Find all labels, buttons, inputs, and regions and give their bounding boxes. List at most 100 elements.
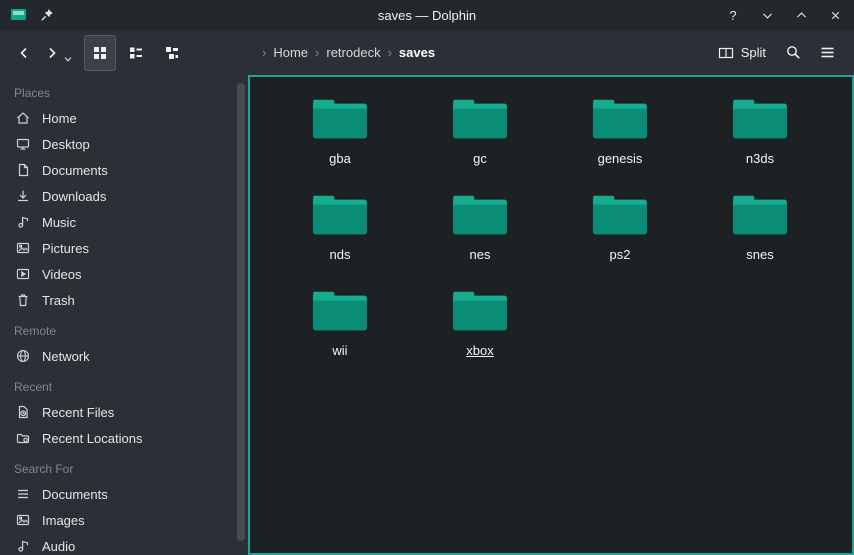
folder-icon [309,95,371,143]
trash-icon [15,292,31,308]
sidebar-item-search-documents[interactable]: Documents [0,481,234,507]
folder-icon [449,95,511,143]
back-button[interactable] [10,36,38,70]
sidebar-scrollbar[interactable] [234,75,248,555]
chevron-right-icon: › [388,45,392,60]
folder-item-xbox[interactable]: xbox [410,281,550,377]
sidebar-item-search-audio[interactable]: Audio [0,533,234,555]
sidebar-item-label: Trash [42,293,75,308]
icons-view-button[interactable] [84,35,116,71]
sidebar-item-label: Recent Files [42,405,114,420]
sidebar-item-documents[interactable]: Documents [0,157,234,183]
section-remote: Remote [0,313,234,343]
folder-label: wii [332,343,347,358]
sidebar-item-network[interactable]: Network [0,343,234,369]
lines-icon [15,486,31,502]
folder-icon [309,191,371,239]
sidebar-item-home[interactable]: Home [0,105,234,131]
pin-icon[interactable] [38,6,56,24]
breadcrumb: › Home › retrodeck › saves [262,45,435,60]
sidebar-item-label: Home [42,111,77,126]
folder-item-nds[interactable]: nds [270,185,410,281]
app-icon[interactable] [10,6,28,24]
sidebar-item-label: Documents [42,163,108,178]
sidebar-item-label: Pictures [42,241,89,256]
close-button[interactable] [826,6,844,24]
breadcrumb-retrodeck[interactable]: retrodeck [326,45,380,60]
sidebar-item-label: Audio [42,539,75,554]
folder-grid: gba gc genesis n3ds nds [250,77,852,377]
sidebar-item-label: Recent Locations [42,431,142,446]
folder-label: n3ds [746,151,774,166]
chevron-right-icon: › [315,45,319,60]
sidebar-item-label: Desktop [42,137,90,152]
sidebar-item-music[interactable]: Music [0,209,234,235]
folder-icon [309,287,371,335]
section-search-for: Search For [0,451,234,481]
sidebar-item-desktop[interactable]: Desktop [0,131,234,157]
history-dropdown-icon[interactable] [64,57,72,62]
places-panel: Places Home Desktop Documents Download [0,75,234,555]
split-label: Split [741,45,766,60]
folder-item-gc[interactable]: gc [410,89,550,185]
folder-clock-icon [15,430,31,446]
sidebar-item-trash[interactable]: Trash [0,287,234,313]
folder-item-ps2[interactable]: ps2 [550,185,690,281]
folder-icon [449,287,511,335]
folder-item-snes[interactable]: snes [690,185,830,281]
home-icon [15,110,31,126]
dolphin-window: saves — Dolphin ? [0,0,854,555]
folder-item-gba[interactable]: gba [270,89,410,185]
details-view-button[interactable] [156,35,188,71]
sidebar-item-label: Network [42,349,90,364]
folder-label: snes [746,247,773,262]
folder-icon [729,95,791,143]
minimize-button[interactable] [758,6,776,24]
search-icon [785,44,802,61]
picture-icon [15,512,31,528]
section-recent: Recent [0,369,234,399]
scrollbar-thumb[interactable] [237,83,245,541]
viewmode-group [84,35,188,71]
sidebar-item-label: Downloads [42,189,106,204]
globe-icon [15,348,31,364]
breadcrumb-home[interactable]: Home [273,45,308,60]
sidebar-item-label: Videos [42,267,82,282]
folder-item-genesis[interactable]: genesis [550,89,690,185]
hamburger-icon [819,44,836,61]
folder-item-nes[interactable]: nes [410,185,550,281]
folder-label: ps2 [610,247,631,262]
sidebar-item-downloads[interactable]: Downloads [0,183,234,209]
sidebar-item-search-images[interactable]: Images [0,507,234,533]
forward-button[interactable] [38,36,66,70]
section-places: Places [0,75,234,105]
hamburger-menu-button[interactable] [810,35,844,71]
sidebar-item-recent-locations[interactable]: Recent Locations [0,425,234,451]
folder-view: gba gc genesis n3ds nds [248,75,854,555]
folder-icon [729,191,791,239]
sidebar-item-label: Music [42,215,76,230]
folder-label: gba [329,151,351,166]
music-note-icon [15,538,31,554]
sidebar-item-videos[interactable]: Videos [0,261,234,287]
sidebar-item-label: Documents [42,487,108,502]
sidebar-item-recent-files[interactable]: Recent Files [0,399,234,425]
folder-item-n3ds[interactable]: n3ds [690,89,830,185]
compact-view-button[interactable] [120,35,152,71]
split-icon [718,45,734,61]
folder-icon [589,191,651,239]
help-button[interactable]: ? [724,6,742,24]
search-button[interactable] [776,35,810,71]
sidebar-item-pictures[interactable]: Pictures [0,235,234,261]
desktop-icon [15,136,31,152]
split-button[interactable]: Split [708,39,776,67]
breadcrumb-saves[interactable]: saves [399,45,435,60]
clock-icon [15,404,31,420]
picture-icon [15,240,31,256]
maximize-button[interactable] [792,6,810,24]
folder-label: nds [330,247,351,262]
folder-item-wii[interactable]: wii [270,281,410,377]
chevron-right-icon: › [262,45,266,60]
video-icon [15,266,31,282]
sidebar-item-label: Images [42,513,85,528]
